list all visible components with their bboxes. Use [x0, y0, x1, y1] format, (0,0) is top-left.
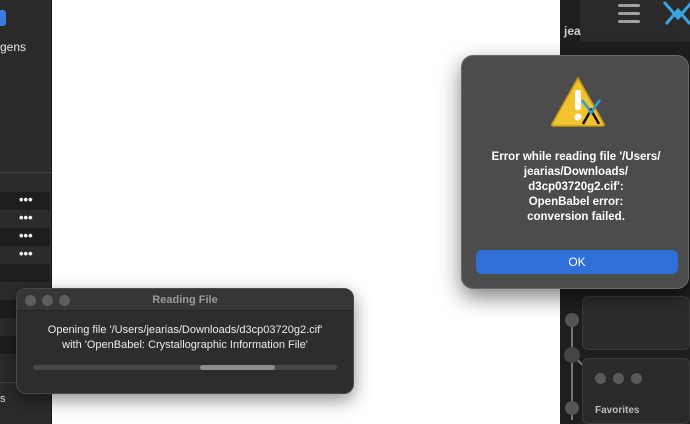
error-message: Error while reading file '/Users/ jearia…	[472, 150, 680, 225]
sidebar-divider	[0, 172, 52, 173]
list-item[interactable]: •••	[0, 228, 50, 246]
list-item[interactable]: •••	[0, 210, 50, 228]
message-line: with 'OpenBabel: Crystallographic Inform…	[62, 339, 308, 351]
favorites-label: Favorites	[595, 405, 640, 416]
more-options-icon[interactable]: •••	[19, 228, 33, 244]
list-item[interactable]: •••	[0, 246, 50, 264]
list-item[interactable]	[0, 264, 50, 282]
minimize-button[interactable]	[613, 373, 624, 384]
error-alert-dialog: Error while reading file '/Users/ jearia…	[461, 55, 689, 289]
toolbar	[580, 0, 690, 42]
more-options-icon[interactable]: •••	[19, 192, 33, 208]
panel-card	[582, 296, 690, 350]
more-options-icon[interactable]: •••	[19, 246, 33, 262]
progress-bar-fill	[200, 365, 276, 370]
message-line: Error while reading file '/Users/	[491, 151, 661, 163]
dialog-message: Opening file '/Users/jearias/Downloads/d…	[17, 323, 353, 353]
more-options-icon[interactable]: •••	[19, 210, 33, 226]
message-line: OpenBabel error:	[528, 196, 624, 208]
ok-button[interactable]: OK	[476, 250, 678, 274]
sidebar-label-gens: gens	[0, 40, 27, 54]
avogadro-logo-icon	[662, 1, 690, 25]
selected-item-indicator	[0, 10, 6, 26]
close-button[interactable]	[595, 373, 606, 384]
list-item[interactable]: •••	[0, 192, 50, 210]
message-line: Opening file '/Users/jearias/Downloads/d…	[47, 324, 323, 336]
dialog-titlebar[interactable]: Reading File	[17, 289, 353, 311]
favorites-panel: Favorites	[582, 358, 690, 424]
sidebar-bottom-label: s	[0, 393, 6, 405]
hamburger-menu-icon[interactable]	[618, 4, 640, 28]
message-line: d3cp03720g2.cif':	[528, 181, 624, 193]
partial-window-title: jea	[564, 24, 581, 38]
progress-bar	[33, 365, 337, 370]
reading-file-dialog: Reading File Opening file '/Users/jearia…	[16, 288, 354, 394]
message-line: conversion failed.	[527, 211, 625, 223]
warning-triangle-icon	[551, 76, 605, 127]
message-line: jearias/Downloads/	[523, 166, 629, 178]
zoom-button[interactable]	[631, 373, 642, 384]
dialog-title: Reading File	[152, 294, 218, 306]
